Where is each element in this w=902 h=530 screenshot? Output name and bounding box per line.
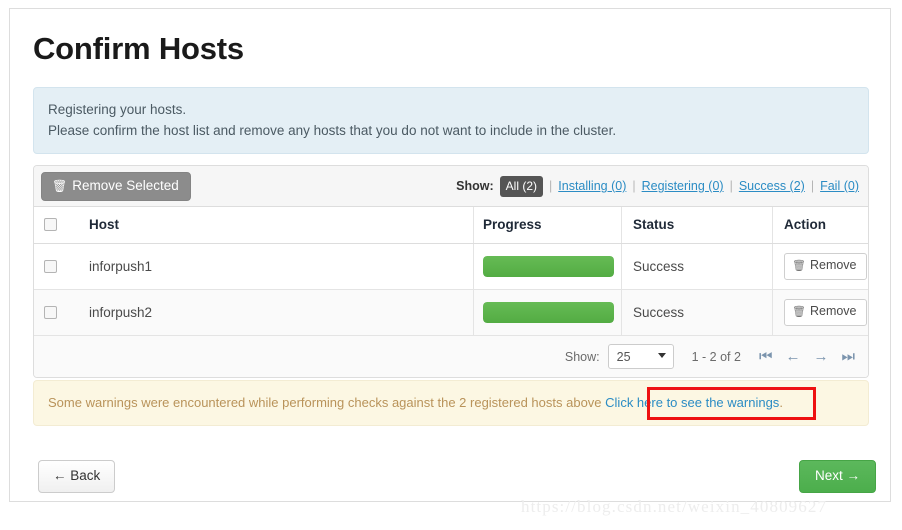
hosts-panel: 🗑 Remove Selected Show: All (2) | Install… [33,165,869,378]
row-action-cell: 🗑 Remove [772,243,868,290]
trash-icon: 🗑 [792,306,806,318]
page-size-select-wrapper: 10 25 50 100 [607,344,674,369]
row-host-name: inforpush2 [79,289,474,336]
progress-bar-fill [483,302,614,323]
status-filter-group: Show: All (2) | Installing (0) | Registe… [456,175,859,197]
first-page-icon[interactable]: ⏮ [759,349,773,364]
table-row: inforpush1 Success 🗑 Remove [34,243,868,290]
row-checkbox[interactable] [44,260,57,273]
back-button[interactable]: ← Back [38,460,116,493]
remove-host-label: Remove [809,258,857,272]
column-header-action: Action [772,207,868,244]
filter-fail[interactable]: Fail (0) [820,179,859,193]
row-progress-cell [473,243,622,290]
pagination-arrows: ⏮ ← → ⏭ [759,349,855,364]
page-size-label: Show: [564,349,600,364]
pagination-range: 1 - 2 of 2 [691,349,741,364]
column-header-progress: Progress [473,207,622,244]
table-header-row: Host Progress Status Action [34,207,868,244]
hosts-table: Host Progress Status Action inforpush1 S… [34,207,868,336]
remove-selected-button[interactable]: 🗑 Remove Selected [41,171,191,201]
next-page-icon[interactable]: → [813,349,828,364]
filter-success[interactable]: Success (2) [739,179,805,193]
previous-page-icon[interactable]: ← [785,349,800,364]
filter-installing[interactable]: Installing (0) [558,179,626,193]
select-all-header [34,207,79,244]
row-status: Success [621,289,773,336]
progress-bar [483,302,614,323]
filter-all[interactable]: All (2) [499,175,544,197]
remove-host-button[interactable]: 🗑 Remove [784,299,867,326]
next-button[interactable]: Next → [799,460,877,493]
hosts-toolbar: 🗑 Remove Selected Show: All (2) | Install… [34,166,868,207]
remove-host-label: Remove [809,304,857,318]
column-header-status: Status [621,207,773,244]
confirm-hosts-panel: Confirm Hosts Registering your hosts. Pl… [9,8,891,502]
row-select-cell [34,289,79,336]
last-page-icon[interactable]: ⏭ [841,349,855,364]
progress-bar-fill [483,256,614,277]
warning-text-after: . [779,395,783,410]
row-action-cell: 🗑 Remove [772,289,868,336]
warning-text-before: Some warnings were encountered while per… [48,395,602,410]
warning-alert: Some warnings were encountered while per… [33,380,869,426]
row-status: Success [621,243,773,290]
filter-separator: | [729,179,733,193]
info-alert-line-2: Please confirm the host list and remove … [48,123,617,138]
warning-alert-text: Some warnings were encountered while per… [48,391,854,414]
select-all-checkbox[interactable] [44,218,57,231]
trash-icon: 🗑 [792,260,806,272]
remove-host-button[interactable]: 🗑 Remove [784,253,867,280]
row-progress-cell [473,289,622,336]
remove-selected-label: Remove Selected [72,177,179,193]
page-size-select[interactable]: 10 25 50 100 [607,344,674,369]
filter-show-label: Show: [456,179,494,193]
column-header-host: Host [79,207,474,244]
row-host-name: inforpush1 [79,243,474,290]
row-checkbox[interactable] [44,306,57,319]
page-title: Confirm Hosts [33,31,244,66]
progress-bar [483,256,614,277]
trash-icon: 🗑 [52,178,68,193]
info-alert: Registering your hosts. Please confirm t… [33,87,869,154]
filter-separator: | [632,179,636,193]
watermark: https://blog.csdn.net/weixin_40809627 [521,497,828,516]
filter-separator: | [549,179,553,193]
info-alert-line-1: Registering your hosts. [48,102,187,117]
filter-registering[interactable]: Registering (0) [642,179,724,193]
table-row: inforpush2 Success 🗑 Remove [34,289,868,336]
pagination-bar: Show: 10 25 50 100 1 - 2 of 2 ⏮ ← → ⏭ [34,336,868,377]
view-warnings-link[interactable]: Click here to see the warnings [605,395,779,410]
filter-separator: | [810,179,815,193]
row-select-cell [34,243,79,290]
